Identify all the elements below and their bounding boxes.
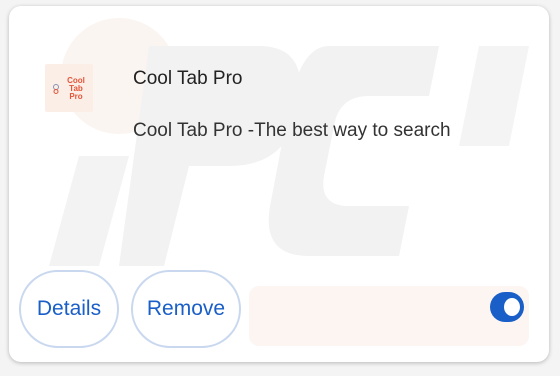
remove-button[interactable]: Remove [131,270,241,348]
toggle-knob [504,298,520,316]
extension-name: Cool Tab Pro [133,68,243,89]
details-button[interactable]: Details [19,270,119,348]
extension-card: Cool Tab Pro Cool Tab Pro Cool Tab Pro -… [9,6,549,362]
logo-text: Cool Tab Pro [66,77,86,101]
logo-text-line: Pro [69,92,83,101]
logo-mark-icon [53,84,59,94]
extension-icon: Cool Tab Pro [45,64,93,112]
enable-toggle[interactable] [490,292,524,322]
extension-description: Cool Tab Pro -The best way to search [133,120,451,141]
